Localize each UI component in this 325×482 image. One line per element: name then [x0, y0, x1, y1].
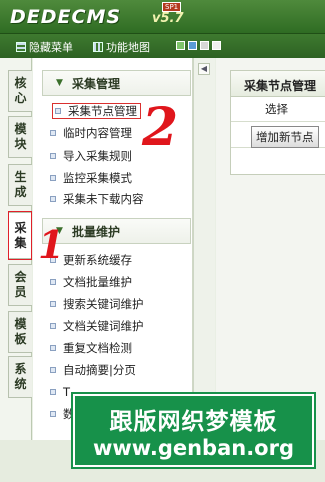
menu-item-label: 临时内容管理 — [63, 126, 132, 140]
bullet-icon — [50, 175, 56, 181]
bullet-icon — [50, 153, 56, 159]
menu-item-label: 搜索关键词维护 — [63, 297, 144, 311]
function-map-label: 功能地图 — [106, 41, 150, 54]
panel-title: 采集节点管理 — [231, 71, 325, 97]
section-title: 批量维护 — [72, 224, 121, 239]
menu-item-batch-docs[interactable]: 文档批量维护 — [50, 274, 132, 290]
annotation-two: 2 — [142, 97, 179, 158]
tab-label: 核 心 — [14, 76, 27, 105]
grid-icon — [93, 42, 103, 52]
app-header: DEDECMS v5.7 SP1 — [0, 0, 325, 34]
hide-menu-button[interactable]: 隐藏菜单 — [16, 39, 73, 55]
theme-swatch-white[interactable] — [212, 41, 221, 50]
menu-item-search-keywords[interactable]: 搜索关键词维护 — [50, 296, 144, 312]
tab-label: 系 统 — [14, 362, 27, 391]
main-content: 采集节点管理 选择 增加新节点 — [216, 58, 325, 440]
select-column-header: 选择 — [231, 97, 325, 122]
collapse-left-icon[interactable]: ◀ — [198, 63, 210, 75]
menu-item-label: 采集节点管理 — [68, 104, 137, 118]
menu-item-duplicate-check[interactable]: 重复文档检测 — [50, 340, 132, 356]
tab-label: 生 成 — [14, 170, 27, 199]
bullet-icon — [50, 130, 56, 136]
menu-item-auto-summary[interactable]: 自动摘要|分页 — [50, 362, 136, 378]
panel-splitter[interactable]: ◀ — [193, 58, 215, 440]
menu-item-label: 文档批量维护 — [63, 275, 132, 289]
hide-menu-label: 隐藏菜单 — [29, 41, 73, 54]
menu-item-import-rules[interactable]: 导入采集规则 — [50, 148, 132, 164]
tab-generate[interactable]: 生 成 — [8, 164, 32, 206]
tab-core[interactable]: 核 心 — [8, 70, 32, 112]
left-tab-bar: 核 心 模 块 生 成 采 集 会 员 模 板 系 统 — [0, 58, 32, 482]
node-manage-panel: 采集节点管理 选择 增加新节点 — [230, 70, 325, 175]
button-row: 增加新节点 — [231, 122, 325, 148]
watermark-banner: 跟版网织梦模板 www.genban.org — [71, 392, 316, 469]
tab-label: 模 块 — [14, 122, 27, 151]
annotation-one: 1 — [38, 222, 65, 267]
add-node-button[interactable]: 增加新节点 — [251, 126, 319, 148]
menu-item-label: 自动摘要|分页 — [63, 363, 136, 377]
menu-item-label: 导入采集规则 — [63, 149, 132, 163]
collapse-icon: ▼ — [56, 78, 63, 88]
edition-badge: SP1 — [162, 2, 182, 12]
menu-item-label: 重复文档检测 — [63, 341, 132, 355]
tab-member[interactable]: 会 员 — [8, 264, 32, 306]
version-label: v5.7 — [152, 11, 184, 26]
menu-item-label: 更新系统缓存 — [63, 253, 132, 267]
toolbar: 隐藏菜单 功能地图 — [0, 34, 325, 58]
bullet-icon — [50, 367, 56, 373]
highlight-box-collect-tab — [8, 211, 32, 260]
theme-swatches — [176, 41, 221, 50]
menu-item-truncated-shu[interactable]: 数 — [50, 406, 75, 422]
logo: DEDECMS — [10, 6, 122, 28]
menu-item-label: T — [63, 385, 71, 399]
menu-item-label: 采集未下载内容 — [63, 192, 144, 206]
tab-label: 模 板 — [14, 317, 27, 346]
menu-item-undownloaded[interactable]: 采集未下载内容 — [50, 191, 144, 207]
bullet-icon — [50, 389, 56, 395]
menu-item-node-manage[interactable]: 采集节点管理 — [52, 103, 141, 119]
section-title: 采集管理 — [72, 76, 121, 91]
menu-item-doc-keywords[interactable]: 文档关键词维护 — [50, 318, 144, 334]
bullet-icon — [50, 323, 56, 329]
bullet-icon — [50, 301, 56, 307]
theme-swatch-gray[interactable] — [200, 41, 209, 50]
menu-item-temp-content[interactable]: 临时内容管理 — [50, 125, 132, 141]
bullet-icon — [50, 345, 56, 351]
menu-icon — [16, 42, 26, 52]
tab-system[interactable]: 系 统 — [8, 356, 32, 398]
theme-swatch-blue[interactable] — [188, 41, 197, 50]
menu-item-monitor-mode[interactable]: 监控采集模式 — [50, 170, 132, 186]
menu-item-truncated-t[interactable]: T — [50, 384, 70, 400]
section-header-collect[interactable]: ▼ 采集管理 — [42, 70, 191, 96]
bullet-icon — [50, 196, 56, 202]
theme-swatch-green[interactable] — [176, 41, 185, 50]
tab-label: 会 员 — [14, 270, 27, 299]
function-map-button[interactable]: 功能地图 — [93, 39, 150, 55]
menu-item-label: 监控采集模式 — [63, 171, 132, 185]
tab-template[interactable]: 模 板 — [8, 311, 32, 353]
watermark-url: www.genban.org — [92, 436, 294, 460]
empty-row — [231, 148, 325, 174]
tab-module[interactable]: 模 块 — [8, 116, 32, 158]
bullet-icon — [50, 411, 56, 417]
bullet-icon — [55, 108, 61, 114]
menu-item-label: 文档关键词维护 — [63, 319, 144, 333]
watermark-title: 跟版网织梦模板 — [109, 409, 278, 435]
bullet-icon — [50, 279, 56, 285]
